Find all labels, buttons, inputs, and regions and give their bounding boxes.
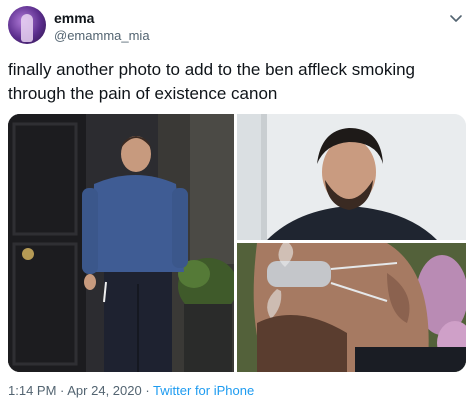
tweet-date[interactable]: Apr 24, 2020 xyxy=(67,383,141,398)
tweet-source-link[interactable]: Twitter for iPhone xyxy=(153,383,254,398)
avatar-figure xyxy=(21,14,33,42)
user-handle[interactable]: @emamma_mia xyxy=(54,28,150,43)
tweet-card: emma @emamma_mia finally another photo t… xyxy=(0,0,474,403)
tweet-meta: 1:14 PM · Apr 24, 2020 · Twitter for iPh… xyxy=(8,383,254,398)
tweet-text: finally another photo to add to the ben … xyxy=(8,60,416,103)
man-portrait-photo[interactable] xyxy=(237,114,466,240)
man-smoking-outside-door-photo[interactable] xyxy=(8,114,234,372)
meta-separator: · xyxy=(56,383,68,398)
tweet-time[interactable]: 1:14 PM xyxy=(8,383,56,398)
meta-separator-2: · xyxy=(141,383,154,398)
avatar[interactable] xyxy=(8,6,46,44)
display-name[interactable]: emma xyxy=(54,10,94,26)
man-smoking-through-mask-photo[interactable] xyxy=(237,243,466,372)
media-grid xyxy=(8,114,466,372)
chevron-down-icon[interactable] xyxy=(448,10,464,26)
